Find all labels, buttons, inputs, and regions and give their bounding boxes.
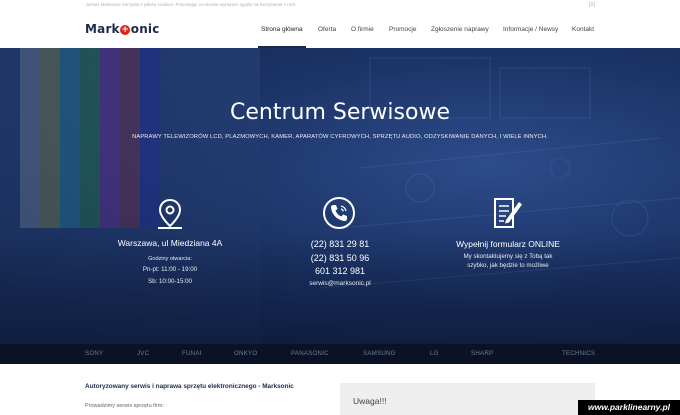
logo-plus-icon: + xyxy=(120,25,131,35)
online-form-text-2: szybko, jak będzie to możliwe xyxy=(467,262,549,269)
logo-text-right: onic xyxy=(130,22,160,36)
hero-subtitle: NAPRAWY TELEWIZORÓW LCD, PLAZMOWYCH, KAM… xyxy=(132,134,548,140)
brand-sharp: SHARP xyxy=(471,350,494,357)
nav-offer[interactable]: Oferta xyxy=(318,26,336,33)
hero-banner: Centrum Serwisowe NAPRAWY TELEWIZORÓW LC… xyxy=(0,48,680,344)
brand-panasonic: PANASONIC xyxy=(291,350,329,357)
nav-home[interactable]: Strona główna xyxy=(261,26,303,33)
nav-repair-request[interactable]: Zgłoszenie naprawy xyxy=(431,26,489,33)
online-form-title[interactable]: Wypełnij formularz ONLINE xyxy=(408,239,608,249)
brand-onkyo: ONKYO xyxy=(234,350,258,357)
hero-title: Centrum Serwisowe xyxy=(230,100,450,125)
cookie-close-button[interactable]: [X] xyxy=(589,2,595,8)
online-form-text-1: My skontaktujemy się z Tobą tak xyxy=(463,253,553,260)
brand-jvc: JVC xyxy=(137,350,150,357)
cookie-bar: Serwis Marksonic korzysta z plików cooki… xyxy=(0,0,680,12)
cookie-notice-text: Serwis Marksonic korzysta z plików cooki… xyxy=(86,2,297,7)
nav-news[interactable]: Informacje / Newsy xyxy=(503,26,558,33)
hero-bottom-shade xyxy=(0,234,680,344)
brand-technics: TECHNICS xyxy=(562,350,596,357)
nav-promotions[interactable]: Promocje xyxy=(389,26,416,33)
content-intro-text: Prowadzimy serwis sprzętu firm: xyxy=(85,403,164,409)
watermark-label: www.parklinearny.pl xyxy=(578,400,680,415)
brand-sony: SONY xyxy=(85,350,104,357)
brand-funai: FUNAI xyxy=(182,350,202,357)
logo-text-left: Mark xyxy=(85,22,120,36)
phone-icon xyxy=(323,197,355,229)
nav-about[interactable]: O firmie xyxy=(351,26,374,33)
brand-lg: LG xyxy=(430,350,439,357)
contact-email-link[interactable]: serwis@marksonic.pl xyxy=(240,280,440,287)
notice-box: Uwaga!!! xyxy=(340,383,595,415)
brand-logos-strip: SONY JVC FUNAI ONKYO PANASONIC SAMSUNG L… xyxy=(0,344,680,364)
marksonic-logo[interactable]: Mark + onic xyxy=(85,22,160,36)
notice-title: Uwaga!!! xyxy=(353,396,387,406)
content-heading: Autoryzowany serwis i naprawa sprzętu el… xyxy=(85,383,294,390)
site-header: Mark + onic Strona główna Oferta O firmie … xyxy=(0,12,680,48)
nav-contact[interactable]: Kontakt xyxy=(572,26,594,33)
map-pin-icon xyxy=(158,198,182,229)
brand-samsung: SAMSUNG xyxy=(363,350,396,357)
online-form-icon[interactable] xyxy=(492,196,524,230)
